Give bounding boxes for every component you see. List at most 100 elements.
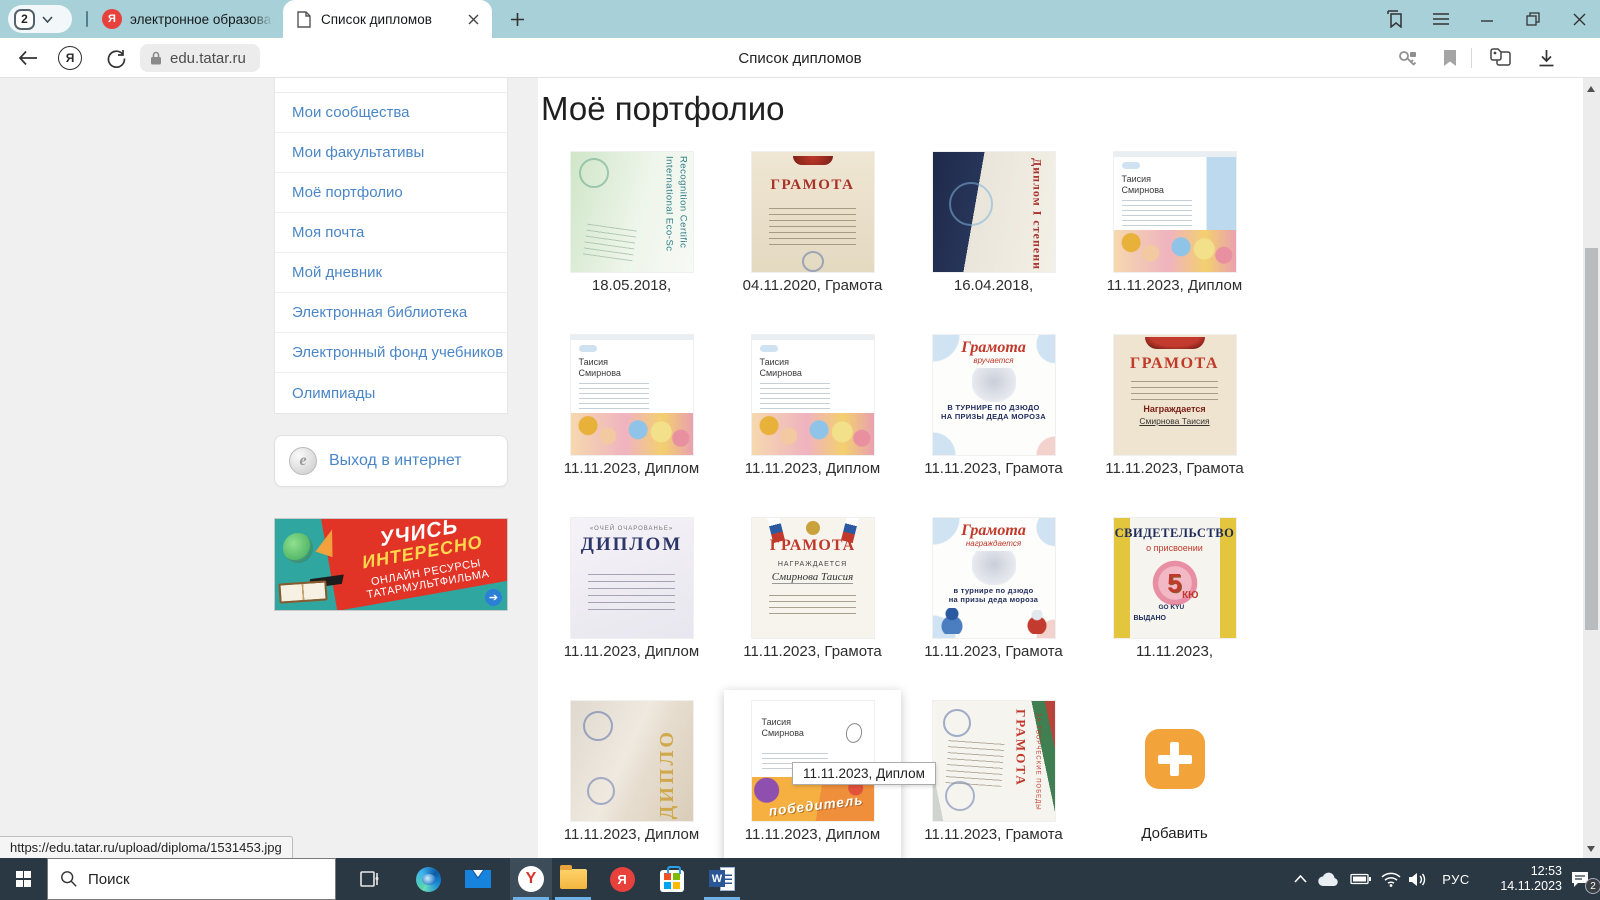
- diploma-thumbnail[interactable]: ГРАМОТА ЗА ТВОРЧЕСКИЕ ПОБЕДЫ: [933, 701, 1055, 821]
- portfolio-item[interactable]: ГРАМОТА НАГРАЖДАЕТСЯ Смирнова Таисия 11.…: [722, 518, 903, 701]
- tab-background[interactable]: Я электронное образование: [102, 0, 278, 38]
- tab-close-icon[interactable]: [464, 10, 482, 28]
- portfolio-item[interactable]: Таисия Смирнова 11.11.2023, Диплом: [541, 335, 722, 518]
- download-icon[interactable]: [1534, 46, 1558, 70]
- clock[interactable]: 12:53 14.11.2023: [1482, 858, 1562, 900]
- portfolio-item[interactable]: Таисия Смирнова 11.11.2023, Диплом: [722, 335, 903, 518]
- exit-label[interactable]: Выход в интернет: [329, 452, 462, 470]
- sidebar-item-portfolio[interactable]: Моё портфолио: [275, 173, 507, 213]
- portfolio-item[interactable]: СВИДЕТЕЛЬСТВО о присвоении 5 КЮ GO KYU В…: [1084, 518, 1265, 701]
- sidebar-item-electives[interactable]: Мои факультативы: [275, 133, 507, 173]
- portfolio-item[interactable]: Диплом I степени 16.04.2018,: [903, 152, 1084, 335]
- portfolio-item-hovered[interactable]: Таисия Смирнова победитель 11.11.2023, Д…: [722, 701, 903, 858]
- diploma-thumbnail[interactable]: Таисия Смирнова: [752, 335, 874, 455]
- yandex-icon: Я: [610, 867, 635, 892]
- diploma-thumbnail[interactable]: Таисия Смирнова победитель: [752, 701, 874, 821]
- yandex-home-icon[interactable]: Я: [58, 46, 82, 70]
- diploma-thumbnail[interactable]: ГРАМОТА: [752, 152, 874, 272]
- thumb-text: Таисия: [760, 357, 790, 367]
- side-panels-icon[interactable]: [1384, 8, 1406, 30]
- portfolio-item[interactable]: ГРАМОТА Награждается Смирнова Таисия 11.…: [1084, 335, 1265, 518]
- language-indicator[interactable]: РУС: [1436, 858, 1476, 900]
- new-tab-button[interactable]: [505, 7, 529, 31]
- restore-icon[interactable]: [1522, 8, 1544, 30]
- tab-active[interactable]: Список дипломов: [283, 0, 492, 38]
- portfolio-main: Моё портфолио International Eco-Sc Recog…: [538, 78, 1583, 858]
- diploma-thumbnail[interactable]: ГРАМОТА Награждается Смирнова Таисия: [1114, 335, 1236, 455]
- close-icon[interactable]: [1568, 8, 1590, 30]
- scrollbar-thumb[interactable]: [1585, 248, 1598, 630]
- sidebar-item-library[interactable]: Электронная библиотека: [275, 293, 507, 333]
- sidebar-item-communities[interactable]: Мои сообщества: [275, 93, 507, 133]
- address-bar[interactable]: edu.tatar.ru: [140, 44, 260, 72]
- diploma-thumbnail[interactable]: Таисия Смирнова: [571, 335, 693, 455]
- chevron-down-icon[interactable]: [42, 16, 53, 23]
- lock-icon[interactable]: [150, 51, 162, 65]
- wifi-icon[interactable]: [1378, 858, 1404, 900]
- edge-icon: [416, 867, 441, 892]
- sidebar-item-textbooks[interactable]: Электронный фонд учебников: [275, 333, 507, 373]
- start-button[interactable]: [0, 858, 47, 900]
- taskbar-search[interactable]: Поиск: [47, 858, 336, 900]
- item-caption: 11.11.2023, Грамота: [924, 826, 1063, 843]
- portfolio-item[interactable]: Грамота вручается В ТУРНИРЕ ПО ДЗЮДО НА …: [903, 335, 1084, 518]
- diploma-thumbnail[interactable]: Грамота награждается в турнире по дзюдо …: [933, 518, 1055, 638]
- password-manager-icon[interactable]: [1396, 46, 1420, 70]
- portfolio-item[interactable]: Таисия Смирнова 11.11.2023, Диплом: [1084, 152, 1265, 335]
- menu-icon[interactable]: [1430, 8, 1452, 30]
- internet-exit-card[interactable]: e Выход в интернет: [274, 435, 508, 487]
- bookmark-icon[interactable]: [1438, 46, 1462, 70]
- sidebar-item-clipped[interactable]: [275, 78, 507, 93]
- minimize-icon[interactable]: [1476, 8, 1498, 30]
- sidebar-item-olympiads[interactable]: Олимпиады: [275, 373, 507, 413]
- mail-button[interactable]: [457, 858, 499, 900]
- diploma-thumbnail[interactable]: Диплом I степени: [933, 152, 1055, 272]
- sidebar-item-mail[interactable]: Моя почта: [275, 213, 507, 253]
- task-view-button[interactable]: [350, 858, 392, 900]
- scrollbar[interactable]: [1583, 78, 1600, 858]
- yandex-browser-button[interactable]: Y: [510, 858, 552, 900]
- tab-label: Список дипломов: [321, 12, 464, 27]
- diploma-thumbnail[interactable]: ДИПЛО: [571, 701, 693, 821]
- diploma-thumbnail[interactable]: Грамота вручается В ТУРНИРЕ ПО ДЗЮДО НА …: [933, 335, 1055, 455]
- diploma-thumbnail[interactable]: ГРАМОТА НАГРАЖДАЕТСЯ Смирнова Таисия: [752, 518, 874, 638]
- ms-store-icon: [660, 870, 684, 892]
- url-text[interactable]: edu.tatar.ru: [170, 50, 246, 67]
- add-label: Добавить: [1141, 825, 1207, 842]
- diploma-thumbnail[interactable]: International Eco-Sc Recognition Certifi…: [571, 152, 693, 272]
- portfolio-item[interactable]: ДИПЛО 11.11.2023, Диплом: [541, 701, 722, 858]
- refresh-icon[interactable]: [104, 46, 128, 70]
- ad-banner[interactable]: УЧИСЬ ИНТЕРЕСНО ОНЛАЙН РЕСУРСЫ ТАТАРМУЛЬ…: [274, 518, 508, 611]
- back-icon[interactable]: [16, 46, 40, 70]
- collections-icon[interactable]: [1488, 46, 1512, 70]
- tab-counter-button[interactable]: 2: [8, 5, 72, 33]
- diploma-thumbnail[interactable]: СВИДЕТЕЛЬСТВО о присвоении 5 КЮ GO KYU В…: [1114, 518, 1236, 638]
- diploma-thumbnail[interactable]: Таисия Смирнова: [1114, 152, 1236, 272]
- add-diploma-tile[interactable]: Добавить: [1084, 701, 1265, 858]
- portfolio-item[interactable]: International Eco-Sc Recognition Certifi…: [541, 152, 722, 335]
- tray-chevron-icon[interactable]: [1288, 858, 1312, 900]
- word-button[interactable]: W: [701, 858, 743, 900]
- sidebar-item-diary[interactable]: Мой дневник: [275, 253, 507, 293]
- portfolio-item[interactable]: Грамота награждается в турнире по дзюдо …: [903, 518, 1084, 701]
- volume-icon[interactable]: [1404, 858, 1432, 900]
- item-caption: 11.11.2023, Грамота: [924, 643, 1063, 660]
- edge-button[interactable]: [407, 858, 449, 900]
- thumb-text: о присвоении: [1146, 543, 1203, 553]
- portfolio-item[interactable]: ГРАМОТА 04.11.2020, Грамота: [722, 152, 903, 335]
- battery-icon[interactable]: [1346, 858, 1374, 900]
- date: 14.11.2023: [1500, 879, 1562, 894]
- ms-store-button[interactable]: [651, 858, 693, 900]
- file-explorer-button[interactable]: [552, 858, 594, 900]
- yandex-search-button[interactable]: Я: [601, 858, 643, 900]
- onedrive-icon[interactable]: [1314, 858, 1342, 900]
- document-icon: [297, 11, 311, 28]
- banner-arrow-icon[interactable]: ➔: [485, 589, 502, 606]
- portfolio-item[interactable]: «ОЧЕЙ ОЧАРОВАНЬЕ» ДИПЛОМ 11.11.2023, Дип…: [541, 518, 722, 701]
- diploma-thumbnail[interactable]: «ОЧЕЙ ОЧАРОВАНЬЕ» ДИПЛОМ: [571, 518, 693, 638]
- add-icon[interactable]: [1145, 729, 1205, 789]
- scroll-down-icon[interactable]: [1587, 846, 1595, 852]
- scroll-up-icon[interactable]: [1587, 86, 1595, 92]
- action-center-button[interactable]: 2: [1566, 858, 1594, 900]
- search-icon: [60, 870, 78, 888]
